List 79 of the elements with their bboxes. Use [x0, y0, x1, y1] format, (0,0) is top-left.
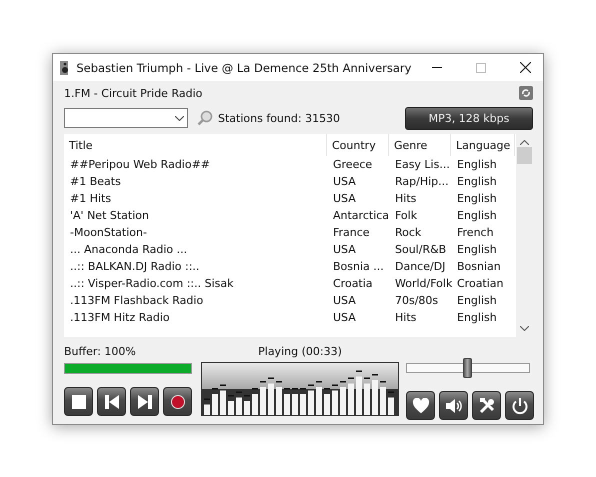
- chevron-down-icon: [175, 116, 184, 120]
- table-cell-text: English: [456, 209, 498, 222]
- table-cell-text: -MoonStation-: [69, 226, 148, 239]
- table-cell-text: #1 Hits: [69, 192, 112, 205]
- slider-thumb[interactable]: [463, 358, 472, 378]
- chevron-up-icon: [520, 140, 529, 145]
- station-name: 1.FM - Circuit Pride Radio: [64, 86, 202, 100]
- table-cell-text: Hits: [394, 311, 418, 324]
- column-header[interactable]: Title: [64, 134, 327, 156]
- table-cell-text: Dance/DJ: [394, 260, 446, 273]
- table-cell-text: French: [456, 226, 495, 239]
- scrollbar-thumb[interactable]: [517, 147, 532, 164]
- column-header[interactable]: Country: [327, 134, 389, 156]
- table-cell-text: USA: [332, 294, 357, 307]
- table-cell-text: ##Peripou Web Radio##: [69, 158, 212, 171]
- table-cell-text: ... Anaconda Radio ...: [69, 243, 188, 256]
- table-cell-text: English: [456, 311, 498, 324]
- window-title: Sebastien Triumph - Live @ La Demence 25th Anniversary: [76, 60, 412, 74]
- stop-button[interactable]: [64, 387, 93, 416]
- table-cell-text: .113FM Flashback Radio: [69, 294, 204, 307]
- column-header[interactable]: Language: [451, 134, 515, 156]
- table-cell-text: Croatian: [456, 277, 505, 290]
- table-cell-text: Easy Lis...: [394, 158, 451, 171]
- table-cell-text: .113FM Hitz Radio: [69, 311, 171, 324]
- chevron-down-icon: [520, 326, 529, 331]
- table-cell-text: Rock: [394, 226, 422, 239]
- table-cell-text: USA: [332, 311, 357, 324]
- table-cell-text: USA: [332, 243, 357, 256]
- close-icon: [520, 62, 531, 73]
- power-icon: [510, 396, 528, 414]
- table-cell-text: English: [456, 158, 498, 171]
- table-cell-text: Bosnian: [456, 260, 502, 273]
- table-cell-text: Rap/Hip...: [394, 175, 450, 188]
- previous-button[interactable]: [97, 387, 126, 416]
- table-cell-text: Folk: [394, 209, 418, 222]
- table-cell-text: Hits: [394, 192, 418, 205]
- table-cell-text: Greece: [332, 158, 374, 171]
- stop-icon: [72, 394, 86, 408]
- column-header[interactable]: Genre: [389, 134, 451, 156]
- table-cell-text: ..:: Visper-Radio.com ::.. Sisak: [69, 277, 234, 290]
- table-cell-text: 70s/80s: [394, 294, 440, 307]
- table-cell-text: World/Folk: [394, 277, 451, 290]
- settings-button[interactable]: [472, 391, 501, 420]
- table-cell-text: USA: [332, 175, 357, 188]
- table-cell-text: ..:: BALKAN.DJ Radio ::..: [69, 260, 200, 273]
- skip-back-icon: [104, 394, 118, 408]
- table-cell-text: Antarctica: [332, 209, 389, 222]
- search-field[interactable]: [64, 108, 188, 128]
- heart-icon: [412, 398, 430, 414]
- skip-forward-icon: [138, 394, 152, 408]
- minimize-icon: [432, 67, 442, 68]
- table-cell-text: Croatia: [332, 277, 374, 290]
- tools-icon: [478, 396, 496, 414]
- refresh-icon[interactable]: [519, 86, 533, 100]
- table-cell-text: English: [456, 294, 498, 307]
- table-cell-text: #1 Beats: [69, 175, 122, 188]
- buffer-label: Buffer: 100%: [64, 345, 137, 358]
- speaker-icon: [59, 60, 68, 74]
- maximize-icon: [476, 62, 486, 72]
- search-icon: [197, 110, 213, 126]
- table-cell-text: Soul/R&B: [394, 243, 448, 256]
- table-cell-text: English: [456, 243, 498, 256]
- record-button[interactable]: [163, 387, 192, 416]
- table-cell-text: France: [332, 226, 371, 239]
- favorite-button[interactable]: [406, 391, 435, 420]
- record-icon: [170, 394, 184, 408]
- table-cell-text: Bosnia ...: [332, 260, 385, 273]
- format-button[interactable]: MP3, 128 kbps: [405, 106, 533, 130]
- stations-found-count: Stations found: 31530: [218, 112, 342, 124]
- table-cell-text: USA: [332, 192, 357, 205]
- volume-slider[interactable]: [405, 358, 531, 378]
- playback-status: Playing (00:33): [258, 345, 342, 358]
- next-button[interactable]: [130, 387, 159, 416]
- table-cell-text: English: [456, 175, 498, 188]
- table-cell-text: 'A' Net Station: [69, 209, 150, 222]
- table-cell-text: English: [456, 192, 498, 205]
- power-button[interactable]: [505, 391, 534, 420]
- speaker-icon: [444, 398, 462, 414]
- volume-button[interactable]: [439, 391, 468, 420]
